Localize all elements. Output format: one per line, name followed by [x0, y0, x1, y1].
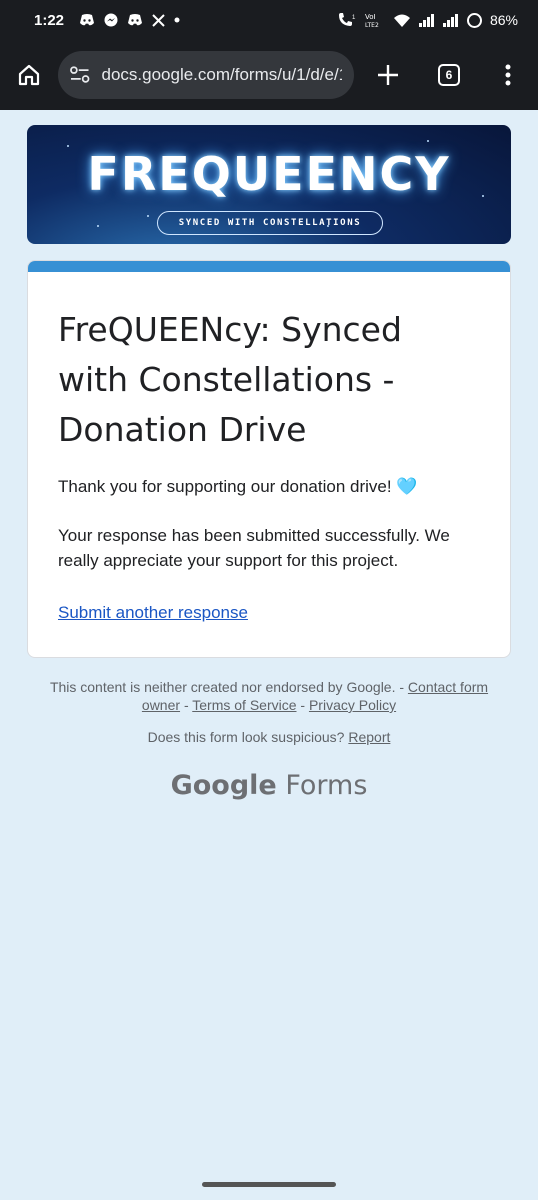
privacy-link[interactable]: Privacy Policy — [309, 697, 396, 713]
form-title: FreQUEENcy: Synced with Constellations -… — [58, 310, 402, 449]
discord-icon — [79, 14, 95, 26]
terms-link[interactable]: Terms of Service — [192, 697, 296, 713]
forms-wordmark: Forms — [285, 770, 368, 801]
menu-button[interactable] — [478, 40, 538, 110]
wifi-icon — [393, 13, 411, 27]
url-text: docs.google.com/forms/u/1/d/e/1 — [101, 65, 343, 84]
banner-subtitle: SYNCED WITH CONSTELLATIONS — [157, 211, 383, 235]
battery-icon — [466, 12, 482, 28]
home-icon — [18, 64, 40, 86]
footer-report: Does this form look suspicious? Report — [30, 728, 508, 746]
status-left: 1:22 — [34, 12, 180, 29]
disclaimer-text: This content is neither created nor endo… — [49, 679, 405, 695]
confirmation-message: Your response has been submitted success… — [58, 526, 450, 570]
separator: - — [300, 697, 306, 713]
messenger-icon — [104, 13, 118, 27]
address-bar[interactable]: docs.google.com/forms/u/1/d/e/1 — [58, 51, 354, 99]
signal-icon — [418, 13, 435, 27]
x-icon — [152, 13, 165, 27]
call-icon: 1 — [337, 12, 357, 28]
status-right: 1 VoI LTE2 86% — [337, 12, 518, 28]
site-settings-icon[interactable] — [70, 66, 90, 84]
confirmation-card: FreQUEENcy: Synced with Constellations -… — [27, 260, 511, 658]
svg-text:1: 1 — [352, 15, 356, 21]
tab-switcher-button[interactable]: 6 — [420, 40, 478, 110]
submit-another-link[interactable]: Submit another response — [58, 603, 248, 623]
signal-icon — [442, 13, 459, 27]
status-time: 1:22 — [34, 11, 65, 29]
tab-count: 6 — [438, 64, 460, 86]
browser-toolbar: docs.google.com/forms/u/1/d/e/1 6 — [0, 40, 538, 110]
dot-icon — [174, 17, 180, 23]
footer-disclaimer: This content is neither created nor endo… — [30, 678, 508, 714]
volte-icon: VoI LTE2 — [365, 12, 385, 28]
home-button[interactable] — [0, 40, 58, 110]
suspicious-text: Does this form look suspicious? — [147, 729, 345, 745]
banner-title: FREQUEENCY — [87, 147, 451, 201]
report-link[interactable]: Report — [348, 729, 390, 745]
battery-level: 86% — [489, 12, 518, 28]
google-wordmark: Google — [170, 770, 277, 801]
thanks-message: Thank you for supporting our donation dr… — [58, 477, 418, 496]
svg-text:LTE2: LTE2 — [365, 22, 379, 28]
new-tab-button[interactable] — [356, 40, 420, 110]
separator: - — [183, 697, 189, 713]
gesture-nav-handle[interactable] — [202, 1182, 336, 1187]
form-header-image: FREQUEENCY SYNCED WITH CONSTELLATIONS — [27, 125, 511, 244]
card-accent-bar — [28, 261, 510, 272]
google-forms-logo[interactable]: Google Forms — [0, 770, 538, 801]
discord-icon — [127, 14, 143, 26]
more-vert-icon — [505, 64, 511, 86]
plus-icon — [378, 65, 398, 85]
status-bar: 1:22 1 VoI LTE2 86% — [0, 0, 538, 40]
svg-text:VoI: VoI — [365, 13, 376, 21]
